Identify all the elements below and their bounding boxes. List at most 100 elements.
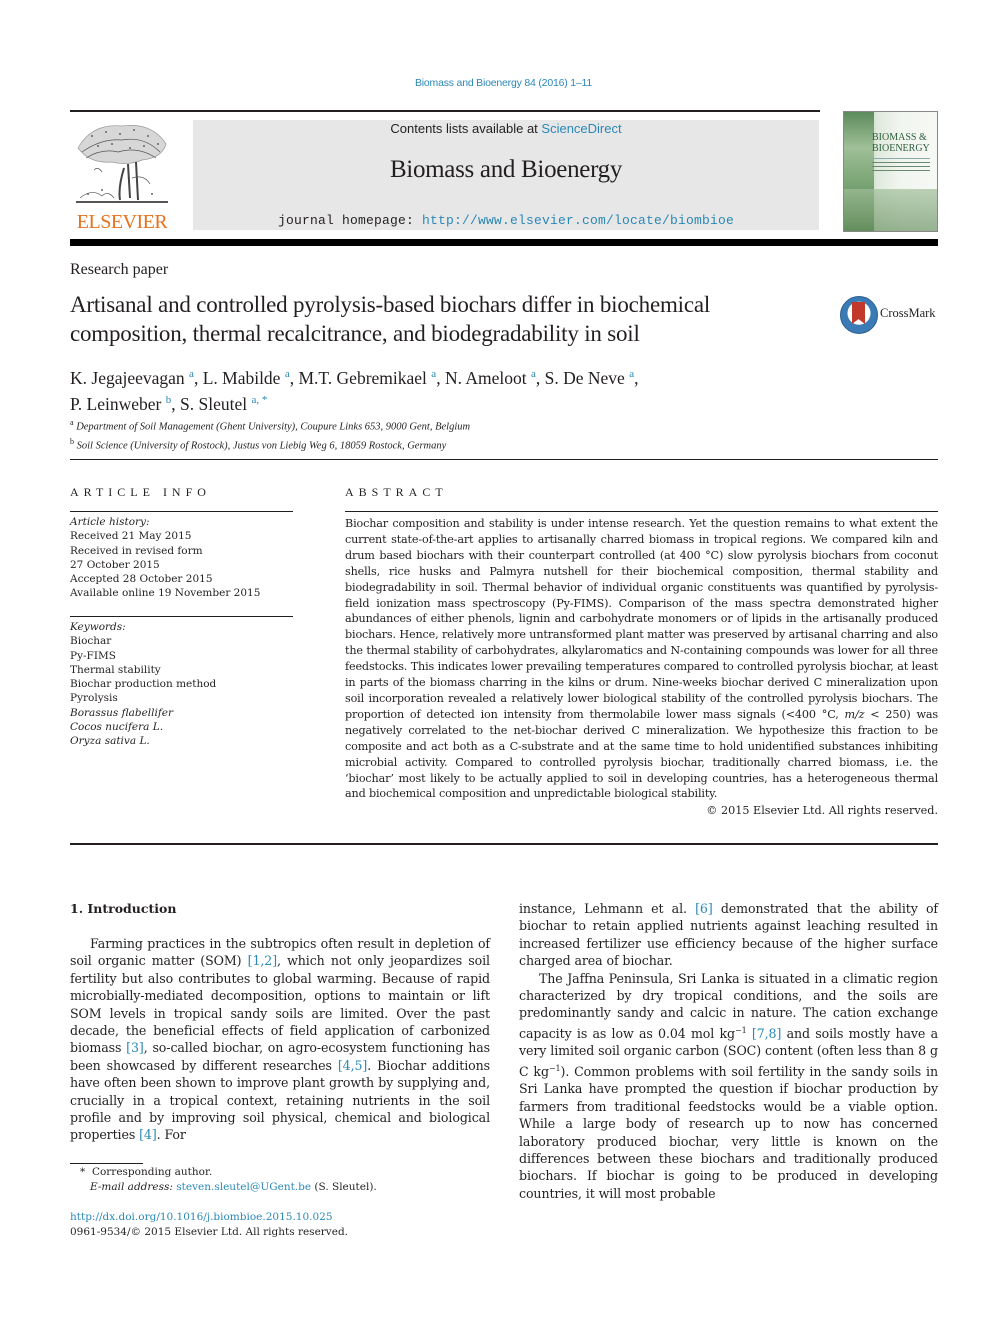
citation-link[interactable]: [7,8] bbox=[752, 1026, 781, 1041]
keyword: Biochar production method bbox=[70, 678, 217, 691]
citation-link[interactable]: [6] bbox=[695, 901, 713, 916]
cover-title: BIOMASS & BIOENERGY bbox=[872, 132, 936, 154]
keyword: Borassus flabellifer bbox=[70, 706, 173, 719]
elsevier-tree-icon bbox=[76, 125, 168, 203]
masthead-thick-rule bbox=[70, 239, 938, 246]
text-run: ). Common problems with soil fertility i… bbox=[519, 1064, 938, 1201]
keyword: Py-FIMS bbox=[70, 649, 116, 662]
email-suffix: (S. Sleutel). bbox=[311, 1181, 377, 1193]
doi-link[interactable]: http://dx.doi.org/10.1016/j.biombioe.201… bbox=[70, 1210, 490, 1225]
journal-masthead: Contents lists available at ScienceDirec… bbox=[193, 120, 819, 230]
abstract-mz: m/z bbox=[844, 707, 865, 721]
author[interactable]: S. Sleutel a, * bbox=[180, 394, 267, 414]
affiliation-text: Department of Soil Management (Ghent Uni… bbox=[76, 421, 471, 433]
homepage-prefix: journal homepage: bbox=[277, 213, 422, 228]
affiliation-a: a Department of Soil Management (Ghent U… bbox=[70, 416, 830, 435]
separator: , bbox=[634, 367, 639, 388]
homepage-line: journal homepage: http://www.elsevier.co… bbox=[193, 213, 819, 228]
author[interactable]: L. Mabilde a bbox=[203, 368, 290, 388]
elsevier-wordmark: ELSEVIER bbox=[76, 211, 168, 233]
affiliation-b: b Soil Science (University of Rostock), … bbox=[70, 435, 830, 454]
history-item: 27 October 2015 bbox=[70, 558, 160, 571]
cover-title-line2: BIOENERGY bbox=[872, 143, 930, 154]
contents-line: Contents lists available at ScienceDirec… bbox=[193, 121, 819, 136]
separator: , bbox=[171, 393, 180, 414]
author-name: S. Sleutel bbox=[180, 393, 248, 414]
body-column-right: instance, Lehmann et al. [6] demonstrate… bbox=[519, 900, 938, 1202]
keyword: Oryza sativa L. bbox=[70, 735, 150, 748]
article-info-rule bbox=[70, 511, 293, 512]
footnote-marker: * bbox=[80, 1166, 86, 1178]
article-history: Article history: Received 21 May 2015 Re… bbox=[70, 515, 293, 601]
author-list: K. Jegajeevagan a, L. Mabilde a, M.T. Ge… bbox=[70, 363, 830, 415]
affiliation-key: b bbox=[70, 437, 74, 446]
body-column-left: Farming practices in the subtropics ofte… bbox=[70, 935, 490, 1144]
history-item: Received in revised form bbox=[70, 544, 203, 557]
doi-block: http://dx.doi.org/10.1016/j.biombioe.201… bbox=[70, 1210, 490, 1240]
crossmark-button[interactable]: CrossMark bbox=[840, 294, 940, 336]
keywords: Keywords: Biochar Py-FIMS Thermal stabil… bbox=[70, 620, 293, 749]
author-name: N. Ameloot bbox=[444, 367, 527, 388]
separator: , bbox=[193, 367, 203, 388]
separator: , bbox=[436, 367, 445, 388]
keyword: Biochar bbox=[70, 635, 112, 648]
citation-link[interactable]: [4] bbox=[139, 1127, 157, 1142]
header-rule bbox=[70, 110, 820, 112]
keyword: Cocos nucifera L. bbox=[70, 721, 164, 734]
abstract-heading: ABSTRACT bbox=[345, 485, 448, 499]
affiliations-rule bbox=[70, 459, 938, 460]
introduction-heading: 1. Introduction bbox=[70, 901, 177, 916]
crossmark-label: CrossMark bbox=[880, 306, 936, 320]
author[interactable]: M.T. Gebremikael a bbox=[298, 368, 436, 388]
footnote-line-2: E-mail address: steven.sleutel@UGent.be … bbox=[70, 1180, 490, 1195]
elsevier-logo[interactable]: ELSEVIER bbox=[70, 118, 174, 234]
history-item: Available online 19 November 2015 bbox=[70, 587, 261, 600]
separator: , bbox=[535, 367, 545, 388]
corresponding-author-label: Corresponding author. bbox=[91, 1166, 213, 1178]
corresponding-author-footnote: * Corresponding author. E-mail address: … bbox=[70, 1165, 490, 1195]
superscript: −1 bbox=[548, 1063, 561, 1073]
article-title: Artisanal and controlled pyrolysis-based… bbox=[70, 292, 711, 346]
author-name: K. Jegajeevagan bbox=[70, 367, 185, 388]
author-name: M.T. Gebremikael bbox=[298, 367, 427, 388]
citation-link[interactable]: [4,5] bbox=[338, 1058, 367, 1073]
intro-paragraph-1: Farming practices in the subtropics ofte… bbox=[70, 935, 490, 1144]
journal-cover-thumbnail[interactable]: BIOMASS & BIOENERGY bbox=[843, 111, 938, 232]
cover-field-image bbox=[844, 189, 937, 231]
issn-copyright: 0961-9534/© 2015 Elsevier Ltd. All right… bbox=[70, 1226, 349, 1238]
author-name: P. Leinweber bbox=[70, 393, 162, 414]
journal-reference-link[interactable]: Biomass and Bioenergy 84 (2016) 1–11 bbox=[0, 77, 992, 89]
author[interactable]: K. Jegajeevagan a bbox=[70, 368, 194, 388]
history-item: Accepted 28 October 2015 bbox=[70, 573, 213, 586]
citation-link[interactable]: [1,2] bbox=[248, 953, 277, 968]
keyword: Thermal stability bbox=[70, 663, 161, 676]
affiliation-key: a bbox=[70, 418, 74, 427]
author-name: L. Mabilde bbox=[202, 367, 281, 388]
abstract-copyright: © 2015 Elsevier Ltd. All rights reserved… bbox=[706, 804, 938, 817]
homepage-link[interactable]: http://www.elsevier.com/locate/biombioe bbox=[422, 213, 734, 228]
email-link[interactable]: steven.sleutel@UGent.be bbox=[176, 1181, 311, 1193]
abstract-part2: < 250) was negatively correlated to the … bbox=[345, 707, 938, 801]
footnote-line-1: * Corresponding author. bbox=[70, 1165, 490, 1180]
citation-link[interactable]: [3] bbox=[126, 1040, 144, 1055]
author[interactable]: N. Ameloot a bbox=[445, 368, 536, 388]
author[interactable]: S. De Neve a bbox=[545, 368, 634, 388]
text-run: . For bbox=[156, 1127, 186, 1143]
sciencedirect-link[interactable]: ScienceDirect bbox=[541, 121, 621, 136]
text-run: instance, Lehmann et al. bbox=[519, 901, 696, 916]
affiliations: a Department of Soil Management (Ghent U… bbox=[70, 416, 830, 454]
abstract-rule bbox=[345, 511, 938, 512]
article-info-heading: ARTICLE INFO bbox=[70, 485, 211, 499]
keywords-label: Keywords: bbox=[70, 621, 126, 633]
abstract-end-rule bbox=[70, 843, 938, 845]
cover-title-line1: BIOMASS & bbox=[872, 132, 927, 143]
journal-title: Biomass and Bioenergy bbox=[389, 156, 623, 183]
history-label: Article history: bbox=[70, 516, 150, 528]
affiliation-marker[interactable]: a, * bbox=[251, 394, 267, 406]
abstract-text: Biochar composition and stability is und… bbox=[345, 516, 938, 802]
footnote-rule bbox=[70, 1163, 143, 1164]
affiliation-text: Soil Science (University of Rostock), Ju… bbox=[76, 440, 447, 452]
intro-paragraph-2: The Jaffna Peninsula, Sri Lanka is situa… bbox=[519, 970, 938, 1203]
author[interactable]: P. Leinweber b bbox=[70, 394, 171, 414]
email-label: E-mail address: bbox=[90, 1181, 177, 1193]
